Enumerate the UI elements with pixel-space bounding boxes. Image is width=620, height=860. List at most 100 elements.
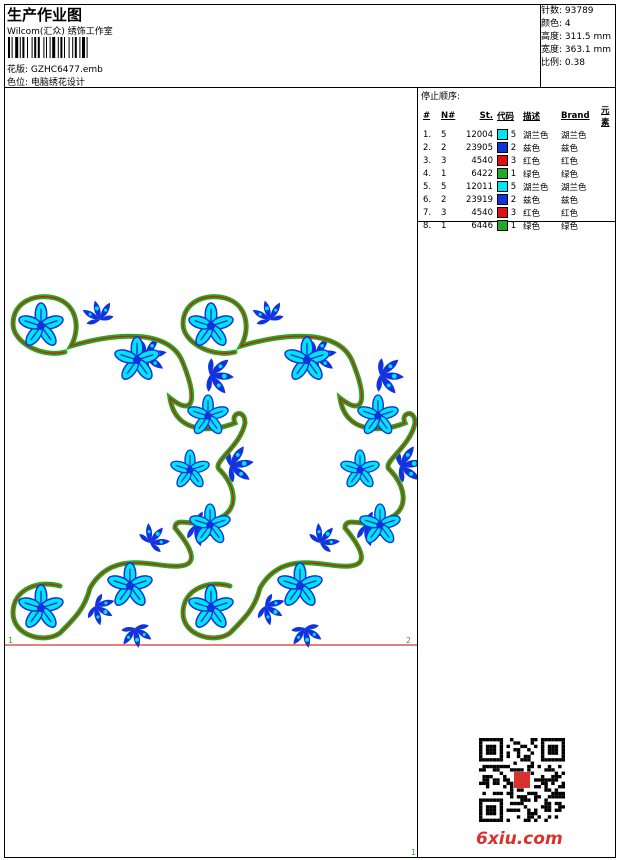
- row-brand: 湖兰色: [561, 130, 587, 141]
- row-index: 1.: [423, 129, 432, 140]
- row-brand: 红色: [561, 156, 579, 167]
- row-index: 5.: [423, 181, 432, 192]
- row-description: 绿色: [523, 169, 541, 180]
- row-needle: 2: [441, 194, 447, 205]
- stitch-count: 针数: 93789: [541, 6, 594, 16]
- row-brand: 绿色: [561, 169, 579, 180]
- row-stitches: 6422: [471, 168, 493, 179]
- row-code-value: 1: [510, 169, 517, 179]
- row-code-value: 1: [510, 221, 517, 231]
- row-code-value: 2: [510, 195, 517, 205]
- row-needle: 3: [441, 207, 447, 218]
- row-brand: 绿色: [561, 221, 579, 232]
- color-row: 1. 5 12004 5 湖兰色 湖兰色: [421, 128, 616, 141]
- stop-sequence-panel: 停止顺序: # N# St. 代码 描述 Brand 元素 1. 5 12004 5…: [421, 89, 616, 232]
- start-marker: 1: [8, 636, 14, 645]
- row-needle: 3: [441, 155, 447, 166]
- row-code: 5: [495, 180, 521, 193]
- color-swatch: [497, 220, 508, 231]
- color-swatch: [497, 168, 508, 179]
- row-code-value: 2: [510, 143, 517, 153]
- row-brand: 红色: [561, 208, 579, 219]
- row-stitches: 23905: [465, 142, 493, 153]
- studio-name: Wilcom(汇众) 绣饰工作室: [7, 27, 113, 37]
- row-needle: 1: [441, 168, 447, 179]
- color-row: 2. 2 23905 2 兹色 兹色: [421, 141, 616, 154]
- col-element: 元素: [601, 106, 610, 128]
- col-description: 描述: [523, 112, 541, 122]
- row-index: 7.: [423, 207, 432, 218]
- page-title: 生产作业图: [7, 6, 83, 24]
- barcode: [8, 37, 88, 58]
- row-code: 2: [495, 193, 521, 206]
- color-row: 3. 3 4540 3 红色 红色: [421, 154, 616, 167]
- row-element: [599, 154, 616, 167]
- row-description: 红色: [523, 156, 541, 167]
- col-code: 代码: [497, 112, 515, 122]
- row-brand: 湖兰色: [561, 182, 587, 193]
- color-row: 6. 2 23919 2 兹色 兹色: [421, 193, 616, 206]
- row-code: 3: [495, 154, 521, 167]
- row-element: [599, 128, 616, 141]
- color-swatch: [497, 207, 508, 218]
- col-index: #: [423, 111, 431, 121]
- color-swatch: [497, 129, 508, 140]
- color-swatch: [497, 194, 508, 205]
- row-needle: 5: [441, 129, 447, 140]
- design-height: 高度: 311.5 mm: [541, 32, 612, 42]
- row-brand: 兹色: [561, 195, 579, 206]
- row-description: 湖兰色: [523, 182, 549, 193]
- stop-sequence-title: 停止顺序:: [421, 92, 461, 102]
- row-needle: 5: [441, 181, 447, 192]
- row-index: 3.: [423, 155, 432, 166]
- design-file: 花版: GZHC6477.emb: [7, 65, 103, 75]
- row-code: 1: [495, 167, 521, 180]
- color-position: 色位: 电脑绣花设计: [7, 78, 85, 88]
- row-element: [599, 167, 616, 180]
- col-brand: Brand: [561, 111, 590, 121]
- embroidery-motif-right: [183, 296, 417, 648]
- color-row: 4. 1 6422 1 绿色 绿色: [421, 167, 616, 180]
- color-table: # N# St. 代码 描述 Brand 元素 1. 5 12004 5 湖兰色 湖兰色…: [421, 104, 616, 232]
- row-stitches: 12011: [465, 181, 493, 192]
- row-index: 8.: [423, 220, 432, 231]
- design-width: 宽度: 363.1 mm: [541, 45, 612, 55]
- corner-marker: 1: [411, 848, 417, 857]
- row-stitches: 23919: [465, 194, 493, 205]
- row-needle: 2: [441, 142, 447, 153]
- row-stitches: 6446: [471, 220, 493, 231]
- row-stitches: 12004: [465, 129, 493, 140]
- row-element: [599, 193, 616, 206]
- design-stats: 针数: 93789 颜色: 4 高度: 311.5 mm 宽度: 363.1 m…: [541, 5, 611, 70]
- row-element: [599, 180, 616, 193]
- embroidery-motif-left: [13, 296, 257, 648]
- row-stitches: 4540: [471, 207, 493, 218]
- row-code: 2: [495, 141, 521, 154]
- row-index: 6.: [423, 194, 432, 205]
- qr-code: [479, 738, 565, 822]
- color-swatch: [497, 181, 508, 192]
- row-element: [599, 206, 616, 219]
- row-description: 绿色: [523, 221, 541, 232]
- row-index: 2.: [423, 142, 432, 153]
- color-swatch: [497, 155, 508, 166]
- row-description: 湖兰色: [523, 130, 549, 141]
- color-count: 颜色: 4: [541, 19, 571, 29]
- row-stitches: 4540: [471, 155, 493, 166]
- row-description: 红色: [523, 208, 541, 219]
- row-code: 5: [495, 128, 521, 141]
- row-needle: 1: [441, 220, 447, 231]
- end-marker: 2: [406, 636, 412, 645]
- row-code: 1: [495, 219, 521, 232]
- row-element: [599, 219, 616, 232]
- site-watermark: 6xiu.com: [476, 829, 563, 849]
- design-scale: 比例: 0.38: [541, 58, 585, 68]
- row-index: 4.: [423, 168, 432, 179]
- color-table-header: # N# St. 代码 描述 Brand 元素: [421, 104, 616, 128]
- col-needle: N#: [441, 111, 456, 121]
- color-row: 8. 1 6446 1 绿色 绿色: [421, 219, 616, 232]
- row-code-value: 3: [510, 156, 517, 166]
- color-swatch: [497, 142, 508, 153]
- color-row: 5. 5 12011 5 湖兰色 湖兰色: [421, 180, 616, 193]
- row-element: [599, 141, 616, 154]
